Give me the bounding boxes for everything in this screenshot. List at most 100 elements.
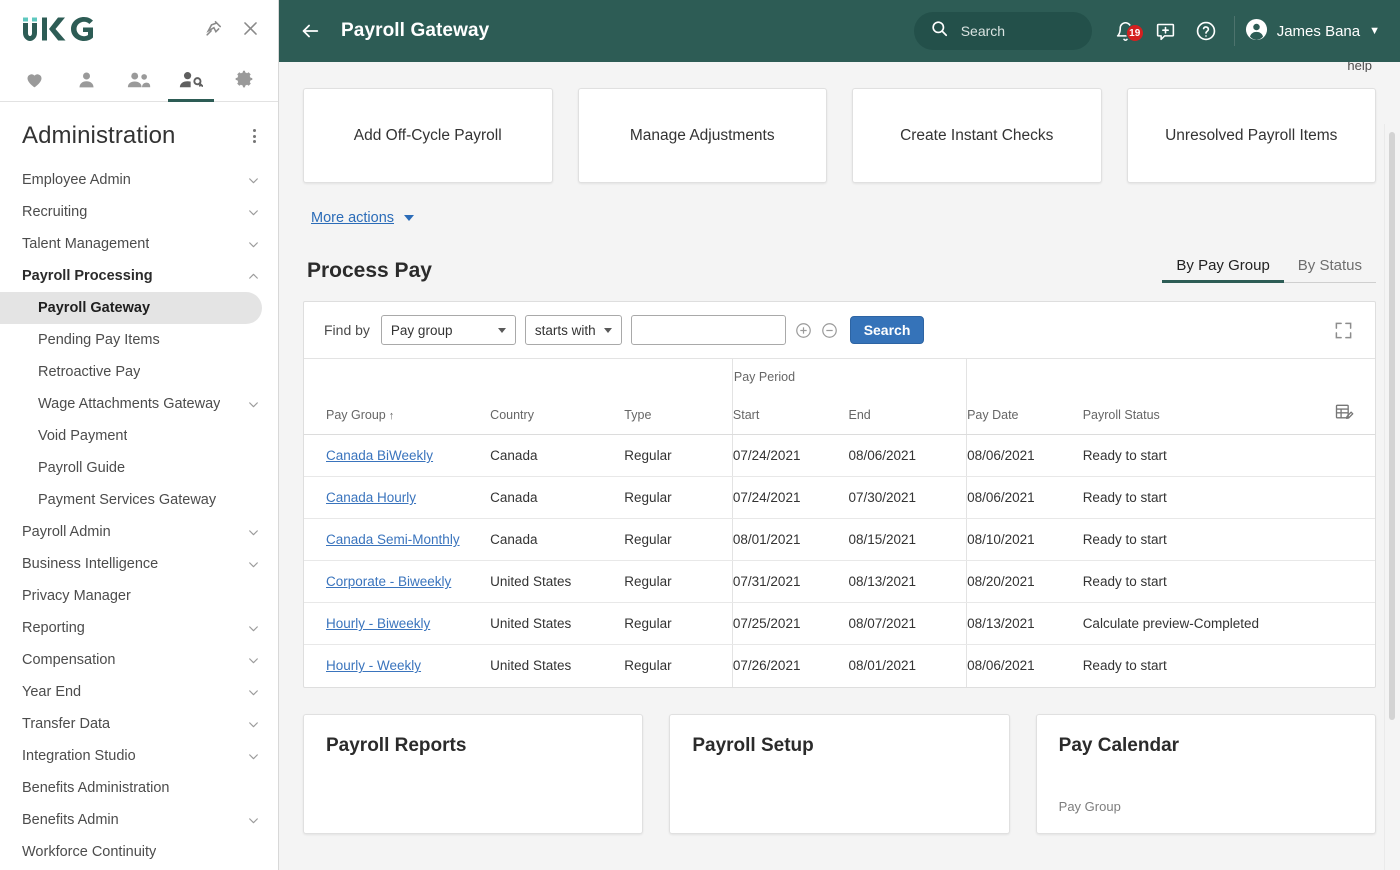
pay-group-link[interactable]: Hourly - Biweekly [326,616,430,631]
sidebar-item-label: Transfer Data [22,716,111,732]
info-card-payroll-reports[interactable]: Payroll Reports [303,713,644,834]
sidebar-item-transfer-data[interactable]: Transfer Data [0,708,278,740]
sidebar-item-payroll-processing[interactable]: Payroll Processing [0,260,278,292]
header-divider [1233,16,1235,46]
chevron-down-icon[interactable] [247,622,260,635]
tab-by-pay-group[interactable]: By Pay Group [1162,257,1284,283]
cell-start: 07/26/2021 [731,644,849,687]
feedback-icon[interactable] [1146,11,1186,51]
chevron-down-icon[interactable] [247,814,260,827]
gear-icon[interactable] [218,57,270,102]
sidebar-item-payroll-admin[interactable]: Payroll Admin [0,516,278,548]
sidebar-item-benefits-admin[interactable]: Benefits Admin [0,804,278,836]
pay-group-link[interactable]: Canada Semi-Monthly [326,532,460,547]
sidebar: Administration Employee Admin Recruiting T… [0,0,279,870]
chevron-down-icon[interactable] [247,718,260,731]
sidebar-item-payroll-gateway[interactable]: Payroll Gateway [0,292,262,324]
find-term-input[interactable] [630,315,786,345]
column-header-label: Country [490,408,534,422]
sidebar-item-label: Payroll Guide [38,460,126,476]
sidebar-item-retroactive-pay[interactable]: Retroactive Pay [0,356,278,388]
sidebar-more-options-icon[interactable] [249,125,260,147]
sidebar-item-talent-management[interactable]: Talent Management [0,228,278,260]
pay-group-link[interactable]: Canada Hourly [326,490,416,505]
person-icon[interactable] [60,57,112,102]
sidebar-item-reporting[interactable]: Reporting [0,612,278,644]
find-operator-select[interactable]: starts with [524,315,622,345]
expand-icon[interactable] [1334,321,1359,340]
group-header-blank-1 [304,358,491,389]
column-header-pay-group[interactable]: Pay Group ↑ [304,388,491,435]
more-actions-button[interactable]: More actions [311,210,415,226]
more-actions-label: More actions [311,210,395,226]
chevron-down-icon[interactable] [247,750,260,763]
table-row[interactable]: Hourly - Weekly United States Regular 07/26… [304,644,1375,687]
info-card-pay-calendar[interactable]: Pay Calendar Pay Group [1035,713,1376,834]
sidebar-item-business-intelligence[interactable]: Business Intelligence [0,548,278,580]
action-card-manage-adjustments[interactable]: Manage Adjustments [577,88,827,183]
sidebar-item-integration-studio[interactable]: Integration Studio [0,740,278,772]
user-menu[interactable]: James Bana ▼ [1245,18,1384,45]
help-link[interactable]: help [1347,62,1372,72]
search-button[interactable]: Search [849,316,925,344]
cell-start: 07/31/2021 [731,560,849,603]
action-card-add-off-cycle-payroll[interactable]: Add Off-Cycle Payroll [303,88,553,183]
table-row[interactable]: Canada Hourly Canada Regular 07/24/2021 07/3… [304,476,1375,519]
sidebar-item-compensation[interactable]: Compensation [0,644,278,676]
table-row[interactable]: Canada BiWeekly Canada Regular 07/24/2021 08… [304,434,1375,477]
notifications-button[interactable]: 19 [1106,11,1146,51]
info-card-payroll-setup[interactable]: Payroll Setup [669,713,1010,834]
pay-group-link[interactable]: Canada BiWeekly [326,448,433,463]
action-card-unresolved-payroll-items[interactable]: Unresolved Payroll Items [1126,88,1376,183]
minus-circle-icon[interactable] [821,322,838,339]
table-settings-icon[interactable] [1312,388,1375,435]
chevron-down-icon[interactable] [247,398,260,411]
column-header-payroll-status[interactable]: Payroll Status [1082,388,1313,435]
table-row[interactable]: Canada Semi-Monthly Canada Regular 08/01/20… [304,518,1375,561]
sidebar-item-benefits-administration[interactable]: Benefits Administration [0,772,278,804]
table-row[interactable]: Corporate - Biweekly United States Regular… [304,560,1375,603]
action-card-create-instant-checks[interactable]: Create Instant Checks [852,88,1102,183]
chevron-down-icon[interactable] [247,238,260,251]
heart-icon[interactable] [8,57,60,102]
pin-icon[interactable] [204,19,223,38]
sidebar-item-privacy-manager[interactable]: Privacy Manager [0,580,278,612]
tab-by-status[interactable]: By Status [1283,257,1376,283]
column-header-type[interactable]: Type [624,388,733,435]
sidebar-item-workforce-continuity[interactable]: Workforce Continuity [0,836,278,868]
sidebar-item-year-end[interactable]: Year End [0,676,278,708]
scrollbar-thumb[interactable] [1389,132,1395,720]
chevron-down-icon[interactable] [247,686,260,699]
chevron-down-icon[interactable] [247,206,260,219]
sidebar-item-wage-attachments-gateway[interactable]: Wage Attachments Gateway [0,388,278,420]
chevron-down-icon[interactable] [247,174,260,187]
plus-circle-icon[interactable] [795,322,812,339]
cell-country: Canada [490,434,625,477]
sidebar-item-payroll-guide[interactable]: Payroll Guide [0,452,278,484]
pay-group-link[interactable]: Corporate - Biweekly [326,574,451,589]
pay-group-link[interactable]: Hourly - Weekly [326,658,421,673]
chevron-down-icon[interactable] [247,558,260,571]
help-icon[interactable] [1186,11,1226,51]
close-icon[interactable] [241,19,260,38]
people-icon[interactable] [113,57,165,102]
column-header-start[interactable]: Start [731,388,849,435]
column-header-end[interactable]: End [848,388,967,435]
search-input[interactable]: Search [913,12,1092,50]
search-icon [930,19,949,43]
info-card-title: Payroll Reports [326,734,467,756]
sidebar-item-payment-services-gateway[interactable]: Payment Services Gateway [0,484,278,516]
sidebar-item-pending-pay-items[interactable]: Pending Pay Items [0,324,278,356]
sidebar-item-recruiting[interactable]: Recruiting [0,196,278,228]
sidebar-item-void-payment[interactable]: Void Payment [0,420,278,452]
chevron-up-icon[interactable] [247,270,260,283]
person-key-icon[interactable] [165,57,217,102]
table-row[interactable]: Hourly - Biweekly United States Regular 07/… [304,602,1375,645]
back-arrow-icon[interactable] [279,20,341,42]
chevron-down-icon[interactable] [247,526,260,539]
sidebar-item-employee-admin[interactable]: Employee Admin [0,164,278,196]
column-header-country[interactable]: Country [490,388,625,435]
find-field-select[interactable]: Pay group [380,315,516,345]
chevron-down-icon[interactable] [247,654,260,667]
column-header-pay-date[interactable]: Pay Date [966,388,1083,435]
